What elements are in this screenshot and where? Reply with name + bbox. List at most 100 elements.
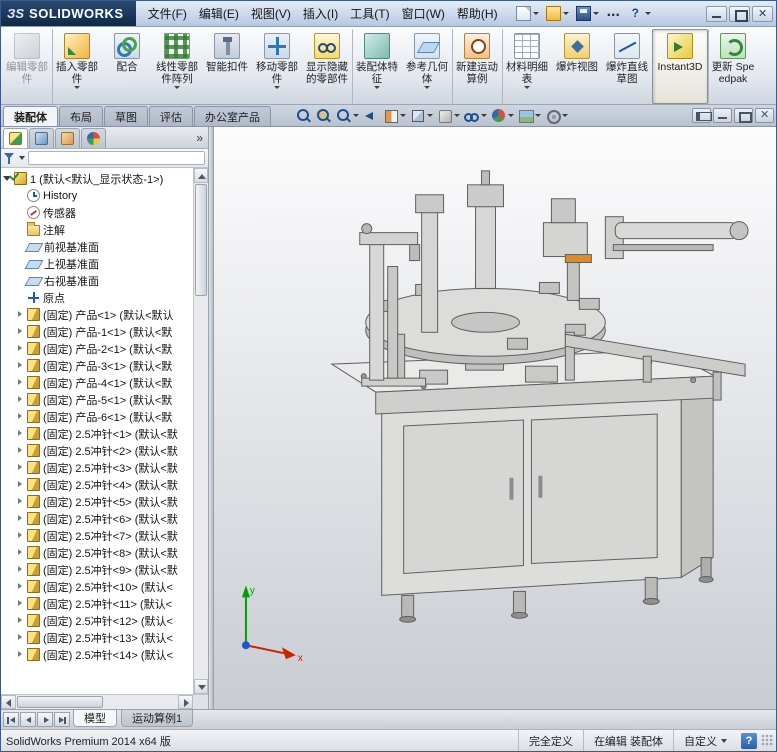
expand-arrow-icon[interactable] <box>16 395 25 404</box>
expand-arrow-icon[interactable] <box>16 531 25 540</box>
expand-arrow-icon[interactable] <box>16 616 25 625</box>
pane-button[interactable] <box>692 108 712 123</box>
document-tab[interactable]: 运动算例1 <box>121 710 194 727</box>
expand-arrow-icon[interactable] <box>16 361 25 370</box>
scrollbar-thumb[interactable] <box>17 696 103 708</box>
menu-item[interactable]: 工具(T) <box>344 1 395 26</box>
status-help-button[interactable]: ? <box>741 732 757 749</box>
menu-item[interactable]: 文件(F) <box>142 1 193 26</box>
expand-arrow-icon[interactable] <box>16 633 25 642</box>
status-segment[interactable]: 自定义 <box>673 730 737 751</box>
command-button[interactable]: 爆炸直线草图 <box>602 29 652 104</box>
expand-arrow-icon[interactable] <box>16 191 25 200</box>
tree-item[interactable]: (固定) 2.5冲针<8> (默认<默 <box>3 544 193 561</box>
tree-item[interactable]: (固定) 2.5冲针<12> (默认< <box>3 612 193 629</box>
tab-scroll-first-button[interactable] <box>3 712 19 727</box>
quick-access-button[interactable] <box>604 3 623 24</box>
resize-grip[interactable] <box>761 734 774 747</box>
ribbon-tab[interactable]: 装配体 <box>3 106 58 126</box>
command-button[interactable]: 编辑零部件 <box>2 29 52 104</box>
expand-arrow-icon[interactable] <box>16 412 25 421</box>
doc-minimize-button[interactable] <box>713 108 732 123</box>
tree-item[interactable]: (固定) 产品-1<1> (默认<默 <box>3 323 193 340</box>
expand-arrow-icon[interactable] <box>16 548 25 557</box>
tree-item[interactable]: (固定) 2.5冲针<2> (默认<默 <box>3 442 193 459</box>
ribbon-tab[interactable]: 布局 <box>59 106 103 126</box>
expand-arrow-icon[interactable] <box>16 293 25 302</box>
tree-item[interactable]: (固定) 产品-4<1> (默认<默 <box>3 374 193 391</box>
scroll-left-button[interactable] <box>1 695 16 709</box>
menu-item[interactable]: 插入(I) <box>297 1 344 26</box>
scroll-right-button[interactable] <box>178 695 193 709</box>
view-tool-button[interactable] <box>408 107 434 124</box>
view-tool-button[interactable] <box>516 107 542 124</box>
tree-horizontal-scrollbar[interactable] <box>1 694 208 709</box>
expand-arrow-icon[interactable] <box>16 344 25 353</box>
expand-arrow-icon[interactable] <box>16 276 25 285</box>
command-button[interactable]: 材料明细表 <box>502 29 552 104</box>
tree-item[interactable]: (固定) 产品-3<1> (默认<默 <box>3 357 193 374</box>
command-button[interactable]: 插入零部件 <box>52 29 102 104</box>
command-button[interactable]: 装配体特征 <box>352 29 402 104</box>
view-tool-button[interactable] <box>435 107 461 124</box>
expand-arrow-icon[interactable] <box>16 514 25 523</box>
tree-item[interactable]: (固定) 2.5冲针<6> (默认<默 <box>3 510 193 527</box>
scrollbar-track[interactable] <box>194 297 208 679</box>
tree-item[interactable]: (固定) 产品-5<1> (默认<默 <box>3 391 193 408</box>
command-button[interactable]: 参考几何体 <box>402 29 452 104</box>
view-tool-button[interactable] <box>294 107 313 124</box>
status-segment[interactable]: 在编辑 装配体 <box>582 730 673 751</box>
tree-vertical-scrollbar[interactable] <box>193 168 208 694</box>
tree-item[interactable]: (固定) 2.5冲针<4> (默认<默 <box>3 476 193 493</box>
panel-tab[interactable] <box>81 128 106 148</box>
command-button[interactable]: 显示隐藏的零部件 <box>302 29 352 104</box>
tree-item[interactable]: (固定) 2.5冲针<1> (默认<默 <box>3 425 193 442</box>
tree-item[interactable]: 右视基准面 <box>3 272 193 289</box>
expand-arrow-icon[interactable] <box>16 582 25 591</box>
command-button[interactable]: 爆炸视图 <box>552 29 602 104</box>
quick-access-button[interactable] <box>574 4 601 24</box>
expand-arrow-icon[interactable] <box>16 225 25 234</box>
scroll-up-button[interactable] <box>194 168 208 183</box>
scrollbar-thumb[interactable] <box>195 184 207 296</box>
view-tool-button[interactable] <box>381 107 407 124</box>
tree-item[interactable]: (固定) 2.5冲针<9> (默认<默 <box>3 561 193 578</box>
view-tool-button[interactable] <box>543 107 569 124</box>
command-button[interactable]: 移动零部件 <box>252 29 302 104</box>
ribbon-tab[interactable]: 评估 <box>149 106 193 126</box>
view-tool-button[interactable] <box>361 107 380 124</box>
tree-item[interactable]: 原点 <box>3 289 193 306</box>
status-segment[interactable]: 完全定义 <box>517 730 583 751</box>
tree-item[interactable]: (固定) 2.5冲针<14> (默认< <box>3 646 193 663</box>
assembly-model[interactable] <box>330 170 749 623</box>
expand-arrow-icon[interactable] <box>16 650 25 659</box>
minimize-button[interactable] <box>706 5 727 22</box>
expand-arrow-icon[interactable] <box>16 429 25 438</box>
expand-arrow-icon[interactable] <box>16 208 25 217</box>
maximize-button[interactable] <box>729 5 750 22</box>
document-tab[interactable]: 模型 <box>73 710 117 727</box>
panel-tab[interactable] <box>3 128 28 148</box>
quick-access-button[interactable] <box>626 4 653 24</box>
command-button[interactable]: 更新 Speedpak <box>708 29 758 104</box>
cabinet[interactable] <box>381 377 714 623</box>
tab-scroll-prev-button[interactable] <box>20 712 36 727</box>
tree-filter-input[interactable] <box>28 151 205 165</box>
tree-item[interactable]: 注解 <box>3 221 193 238</box>
panel-tab[interactable] <box>55 128 80 148</box>
expand-arrow-icon[interactable] <box>16 327 25 336</box>
ribbon-tab[interactable]: 办公室产品 <box>194 106 271 126</box>
command-button[interactable]: 新建运动算例 <box>452 29 502 104</box>
panel-chevron-icon[interactable]: » <box>196 131 203 145</box>
expand-arrow-icon[interactable] <box>16 599 25 608</box>
command-button[interactable]: Instant3D <box>652 29 708 104</box>
tree-item[interactable]: History <box>3 187 193 204</box>
tree-item[interactable]: (固定) 2.5冲针<13> (默认< <box>3 629 193 646</box>
close-button[interactable] <box>752 5 773 22</box>
expand-arrow-icon[interactable] <box>16 480 25 489</box>
tab-scroll-last-button[interactable] <box>54 712 70 727</box>
panel-tab[interactable] <box>29 128 54 148</box>
tree-item[interactable]: (固定) 产品-2<1> (默认<默 <box>3 340 193 357</box>
filter-funnel-icon[interactable] <box>4 152 16 165</box>
tree-item[interactable]: (固定) 产品<1> (默认<默认 <box>3 306 193 323</box>
